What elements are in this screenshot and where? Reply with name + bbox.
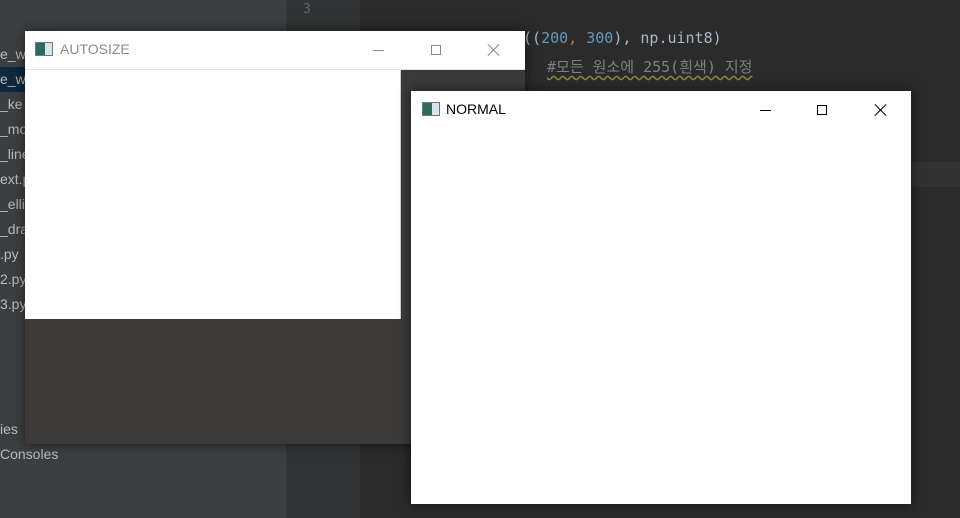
sidebar-item[interactable]: 2.py bbox=[0, 267, 26, 292]
sidebar-item-label: 2.py bbox=[0, 271, 27, 287]
autosize-maximize-button[interactable] bbox=[413, 35, 459, 65]
sidebar-item-label: .py bbox=[0, 246, 19, 262]
app-window-icon bbox=[35, 42, 53, 56]
normal-titlebar[interactable]: NORMAL bbox=[411, 91, 911, 129]
maximize-icon bbox=[817, 105, 827, 115]
sidebar-item-label: Consoles bbox=[0, 446, 59, 462]
autosize-close-button[interactable] bbox=[471, 35, 517, 65]
close-icon bbox=[874, 103, 888, 117]
close-icon bbox=[487, 43, 501, 57]
sidebar-item[interactable]: _mo bbox=[0, 117, 27, 142]
sidebar-item-label: 3.py bbox=[0, 296, 27, 312]
normal-window[interactable]: NORMAL bbox=[411, 91, 911, 504]
sidebar-item-label: e_w bbox=[0, 71, 26, 87]
autosize-image-canvas[interactable] bbox=[25, 70, 401, 319]
normal-window-title: NORMAL bbox=[446, 101, 506, 117]
normal-maximize-button[interactable] bbox=[799, 95, 845, 125]
normal-image-canvas[interactable] bbox=[411, 129, 911, 504]
sidebar-item-label: _mo bbox=[0, 121, 28, 137]
sidebar-item-consoles[interactable]: Consoles bbox=[0, 442, 58, 467]
minimize-icon bbox=[759, 109, 771, 111]
sidebar-item[interactable]: .py bbox=[0, 242, 19, 267]
autosize-minimize-button[interactable] bbox=[355, 35, 401, 65]
maximize-icon bbox=[431, 45, 441, 55]
autosize-window-title: AUTOSIZE bbox=[60, 41, 130, 57]
minimize-icon bbox=[372, 49, 384, 51]
sidebar-item-label: _ke bbox=[0, 96, 23, 112]
code-line-1: ((200, 300), np.uint8) bbox=[523, 29, 722, 47]
normal-minimize-button[interactable] bbox=[742, 95, 788, 125]
sidebar-item-label: ies bbox=[0, 421, 18, 437]
code-line-2: #모든 원소에 255(흰색) 지정 bbox=[547, 56, 752, 77]
sidebar-item[interactable]: _ke bbox=[0, 92, 23, 117]
app-window-icon bbox=[422, 102, 440, 116]
autosize-titlebar[interactable]: AUTOSIZE bbox=[25, 31, 525, 69]
line-number: 3 bbox=[303, 2, 311, 17]
sidebar-item[interactable]: 3.py bbox=[0, 292, 26, 317]
normal-close-button[interactable] bbox=[858, 95, 904, 125]
sidebar-item-scratches[interactable]: ies bbox=[0, 417, 18, 442]
sidebar-item[interactable]: _elli bbox=[0, 192, 25, 217]
code-comment: #모든 원소에 255(흰색) 지정 bbox=[547, 58, 753, 76]
sidebar-item[interactable]: _dra bbox=[0, 217, 28, 242]
sidebar-item-label: _dra bbox=[0, 221, 29, 237]
sidebar-item-label: _elli bbox=[0, 196, 25, 212]
